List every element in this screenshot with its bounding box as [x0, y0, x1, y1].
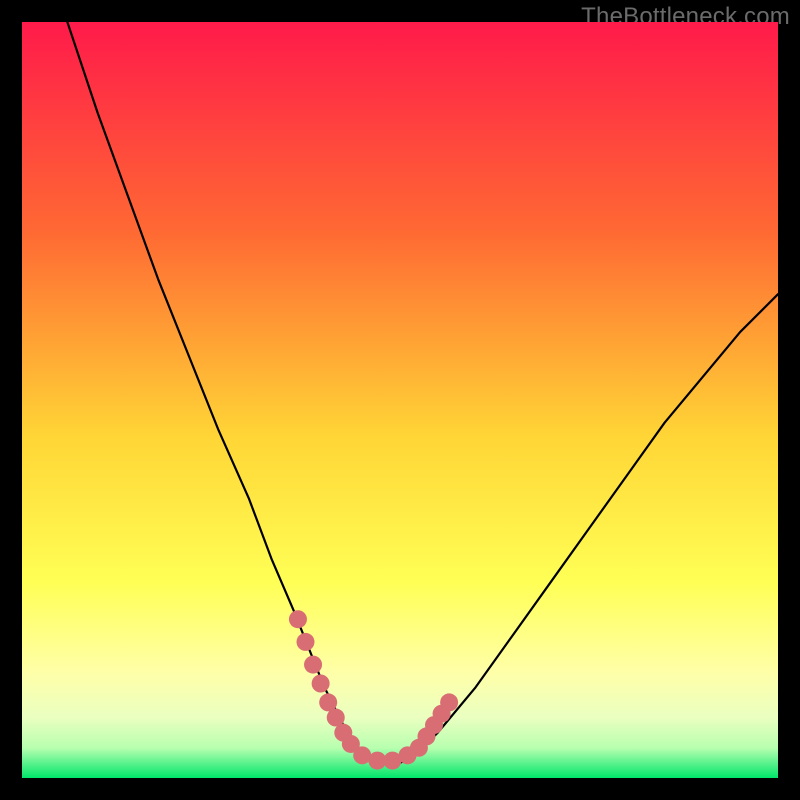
chart-svg — [22, 22, 778, 778]
optimal-marker — [312, 675, 330, 693]
optimal-marker — [297, 633, 315, 651]
plot-area — [22, 22, 778, 778]
optimal-marker — [304, 656, 322, 674]
optimal-marker — [440, 693, 458, 711]
gradient-background — [22, 22, 778, 778]
optimal-marker — [289, 610, 307, 628]
chart-frame: TheBottleneck.com — [0, 0, 800, 800]
